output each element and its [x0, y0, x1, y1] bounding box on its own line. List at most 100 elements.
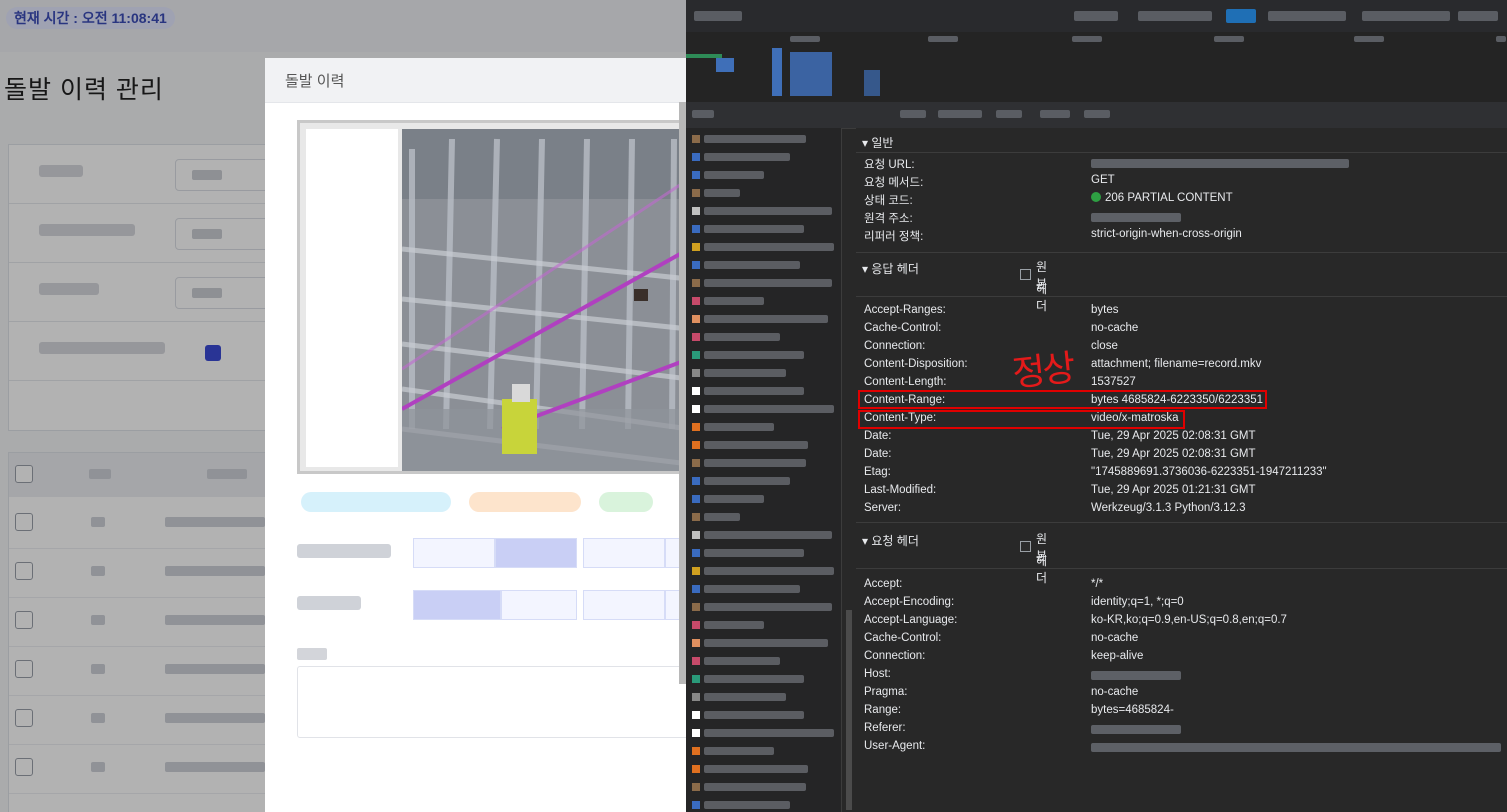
- header-value: Tue, 29 Apr 2025 01:21:31 GMT: [1091, 484, 1256, 496]
- request-row[interactable]: [686, 472, 841, 490]
- request-name: [704, 495, 764, 503]
- request-row[interactable]: [686, 508, 841, 526]
- request-row[interactable]: [686, 652, 841, 670]
- request-row[interactable]: [686, 796, 841, 812]
- handwritten-annotation: 정상: [1010, 347, 1075, 396]
- request-row[interactable]: [686, 778, 841, 796]
- option-button[interactable]: [583, 538, 665, 568]
- header-name: Date:: [864, 448, 892, 460]
- video-letterbox: [306, 129, 398, 467]
- request-row[interactable]: [686, 364, 841, 382]
- video-player[interactable]: [297, 120, 686, 474]
- option-button[interactable]: [413, 538, 495, 568]
- header-name: Accept:: [864, 578, 903, 590]
- option-button[interactable]: [501, 590, 577, 620]
- request-row[interactable]: [686, 202, 841, 220]
- request-row[interactable]: [686, 418, 841, 436]
- request-name: [704, 801, 790, 809]
- request-row[interactable]: [686, 166, 841, 184]
- request-row[interactable]: [686, 346, 841, 364]
- tab[interactable]: [692, 110, 714, 118]
- tab[interactable]: [938, 110, 982, 118]
- option-button[interactable]: [495, 538, 577, 568]
- request-row[interactable]: [686, 436, 841, 454]
- header-value: "1745889691.3736036-6223351-1947211233": [1091, 466, 1327, 478]
- filter-input[interactable]: [694, 11, 742, 21]
- request-row[interactable]: [686, 256, 841, 274]
- option-button[interactable]: [583, 590, 665, 620]
- request-row[interactable]: [686, 220, 841, 238]
- request-list-scrollbar[interactable]: [846, 610, 852, 810]
- header-name: Accept-Language:: [864, 614, 958, 626]
- request-row[interactable]: [686, 328, 841, 346]
- memo-textarea[interactable]: [297, 666, 686, 738]
- header-name: Server:: [864, 502, 902, 514]
- request-row[interactable]: [686, 238, 841, 256]
- header-value: no-cache: [1091, 686, 1139, 698]
- request-row[interactable]: [686, 184, 841, 202]
- tab[interactable]: [900, 110, 926, 118]
- tab[interactable]: [1084, 110, 1110, 118]
- header-name: Referer:: [864, 722, 906, 734]
- request-name: [704, 477, 790, 485]
- header-name: 요청 메서드:: [864, 177, 924, 189]
- tag-badge: [469, 492, 581, 512]
- request-row[interactable]: [686, 706, 841, 724]
- request-name: [704, 333, 780, 341]
- status-badge: [599, 492, 653, 512]
- request-row[interactable]: [686, 688, 841, 706]
- request-row[interactable]: [686, 148, 841, 166]
- request-row[interactable]: [686, 724, 841, 742]
- raw-checkbox[interactable]: [1020, 269, 1031, 280]
- file-type-icon: [692, 441, 700, 449]
- toolbar-button[interactable]: [1074, 11, 1118, 21]
- file-type-icon: [692, 459, 700, 467]
- toolbar-button-active[interactable]: [1226, 9, 1256, 23]
- request-row[interactable]: [686, 310, 841, 328]
- request-name: [704, 549, 804, 557]
- request-row[interactable]: [686, 616, 841, 634]
- toolbar-button[interactable]: [1362, 11, 1450, 21]
- toolbar-button[interactable]: [1138, 11, 1212, 21]
- request-row[interactable]: [686, 526, 841, 544]
- network-timeline[interactable]: [686, 32, 1507, 103]
- incident-history-modal: 돌발 이력: [265, 58, 686, 812]
- header-value: no-cache: [1091, 632, 1139, 644]
- modal-scrollbar[interactable]: [679, 102, 686, 684]
- devtools-toolbar: [686, 0, 1507, 33]
- request-row[interactable]: [686, 670, 841, 688]
- request-row[interactable]: [686, 760, 841, 778]
- request-name: [704, 639, 828, 647]
- request-name: [704, 675, 804, 683]
- general-section-header[interactable]: ▾ 일반: [856, 130, 1507, 152]
- tab[interactable]: [1040, 110, 1070, 118]
- file-type-icon: [692, 243, 700, 251]
- toolbar-button[interactable]: [1458, 11, 1498, 21]
- redacted-value: [1091, 213, 1181, 222]
- header-name: Accept-Encoding:: [864, 596, 955, 608]
- raw-checkbox[interactable]: [1020, 541, 1031, 552]
- request-row[interactable]: [686, 562, 841, 580]
- request-row[interactable]: [686, 400, 841, 418]
- request-headers-section-header[interactable]: ▾ 요청 헤더: [856, 528, 1507, 550]
- toolbar-button[interactable]: [1268, 11, 1346, 21]
- request-row[interactable]: [686, 490, 841, 508]
- file-type-icon: [692, 495, 700, 503]
- option-button[interactable]: [413, 590, 501, 620]
- request-row[interactable]: [686, 742, 841, 760]
- header-value: bytes=4685824-: [1091, 704, 1174, 716]
- request-row[interactable]: [686, 382, 841, 400]
- request-details: ▾ 일반 요청 URL: 요청 메서드: GET 상태 코드: 206 PARTIAL …: [856, 128, 1507, 812]
- request-row[interactable]: [686, 634, 841, 652]
- request-row[interactable]: [686, 274, 841, 292]
- request-row[interactable]: [686, 454, 841, 472]
- field-label: [297, 596, 361, 610]
- tab[interactable]: [996, 110, 1022, 118]
- request-row[interactable]: [686, 130, 841, 148]
- request-row[interactable]: [686, 544, 841, 562]
- file-type-icon: [692, 531, 700, 539]
- request-row[interactable]: [686, 292, 841, 310]
- response-headers-section-header[interactable]: ▾ 응답 헤더: [856, 256, 1507, 278]
- request-row[interactable]: [686, 580, 841, 598]
- request-row[interactable]: [686, 598, 841, 616]
